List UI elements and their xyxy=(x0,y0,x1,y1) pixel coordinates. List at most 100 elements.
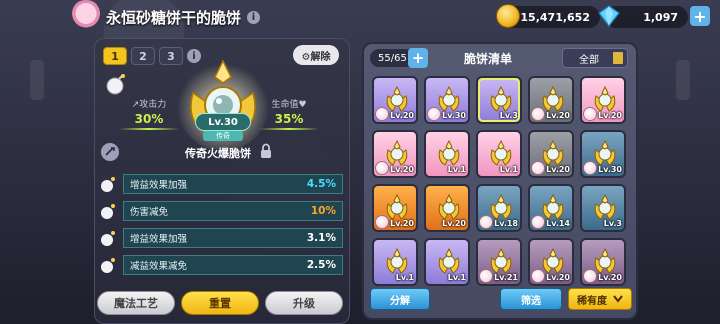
topping-actions: 魔法工艺 重置 升级 xyxy=(97,291,347,315)
topping-detail-panel: 1 2 3 i ⚙解除 ↗攻击力 30% 生命值♥ 35% Lv.30 传奇 传… xyxy=(94,38,350,324)
topping-icon xyxy=(490,139,512,166)
attack-value: 30% xyxy=(134,112,164,126)
slot-level: Lv.1 xyxy=(447,273,466,282)
equipped-cookie-icon xyxy=(531,107,545,121)
slot-level: Lv.30 xyxy=(598,165,622,174)
topping-name: 传奇火爆脆饼 xyxy=(185,147,251,160)
topping-slot[interactable]: Lv.20 xyxy=(372,76,418,124)
slot-level: Lv.18 xyxy=(494,219,518,228)
dismantle-button[interactable]: 分解 xyxy=(370,288,430,310)
slot-level: Lv.1 xyxy=(447,165,466,174)
slot-level: Lv.1 xyxy=(499,165,518,174)
topping-inventory-panel: 55/65 + 脆饼清单 全部 Lv.20 Lv.30 Lv.3 Lv.20 Lv.20… xyxy=(362,42,638,320)
rarity-tag: 传奇 xyxy=(203,131,243,141)
tuning-icon[interactable] xyxy=(101,143,119,161)
slot-level: Lv.20 xyxy=(546,111,570,120)
slot-level: Lv.20 xyxy=(598,273,622,282)
equipped-cookie-icon xyxy=(531,269,545,283)
topping-slot[interactable]: Lv.20 xyxy=(528,130,574,178)
topping-grid: Lv.20 Lv.30 Lv.3 Lv.20 Lv.20 Lv.20 Lv.1 Lv.1 Lv.… xyxy=(372,76,626,286)
equipped-cookie-icon xyxy=(479,269,493,283)
topping-slot[interactable]: Lv.1 xyxy=(424,238,470,286)
topping-slot[interactable]: Lv.1 xyxy=(476,130,522,178)
magic-craft-button[interactable]: 魔法工艺 xyxy=(97,291,175,315)
substat-value: 4.5% xyxy=(306,178,336,190)
coin-counter: 15,471,652 xyxy=(496,4,600,28)
gem-amount: 1,097 xyxy=(643,10,678,24)
lock-icon[interactable] xyxy=(259,143,273,159)
topping-icon xyxy=(490,85,512,112)
topping-slot[interactable]: Lv.20 xyxy=(580,76,626,124)
inventory-title: 脆饼清单 xyxy=(464,52,513,66)
bomb-icon xyxy=(101,204,115,219)
slot-level: Lv.3 xyxy=(603,219,622,228)
substat-value: 3.1% xyxy=(306,232,336,244)
topping-slot[interactable]: Lv.30 xyxy=(580,130,626,178)
topping-slot[interactable]: Lv.20 xyxy=(528,238,574,286)
substat-bar: 增益效果加强 3.1% xyxy=(123,228,343,248)
topping-icon xyxy=(594,193,616,220)
inventory-count-text: 55/65 xyxy=(378,52,407,64)
substat-row: 伤害减免 10% xyxy=(97,200,347,222)
topping-slot[interactable]: Lv.20 xyxy=(372,130,418,178)
attack-underline xyxy=(119,128,179,130)
upgrade-button[interactable]: 升级 xyxy=(265,291,343,315)
equipped-cookie-icon xyxy=(375,161,389,175)
equipped-cookie-icon xyxy=(583,107,597,121)
equipped-cookie-icon xyxy=(479,215,493,229)
substat-name: 减益效果减免 xyxy=(130,261,188,272)
filter-button[interactable]: 筛选 xyxy=(500,288,562,310)
tab-preset-1[interactable]: 1 xyxy=(103,47,127,65)
topping-slot[interactable]: Lv.14 xyxy=(528,184,574,232)
substat-row: 增益效果加强 3.1% xyxy=(97,227,347,249)
topping-slot[interactable]: Lv.20 xyxy=(372,184,418,232)
inventory-header: 55/65 + 脆饼清单 全部 xyxy=(364,44,636,72)
substat-row: 增益效果加强 4.5% xyxy=(97,173,347,195)
substat-name: 增益效果加强 xyxy=(130,180,188,191)
slot-level: Lv.20 xyxy=(390,165,414,174)
coin-amount: 15,471,652 xyxy=(520,10,590,24)
substat-name: 增益效果加强 xyxy=(130,234,188,245)
slot-level: Lv.1 xyxy=(395,273,414,282)
substat-value: 10% xyxy=(310,205,336,217)
topping-slot[interactable]: Lv.20 xyxy=(580,238,626,286)
expand-inventory-button[interactable]: + xyxy=(408,48,428,68)
topping-icon xyxy=(438,139,460,166)
equipped-cookie-icon xyxy=(531,215,545,229)
topping-slot[interactable]: Lv.1 xyxy=(424,130,470,178)
sort-dropdown[interactable]: 稀有度 xyxy=(568,288,632,310)
sort-label: 稀有度 xyxy=(577,295,607,307)
background-pillar-left xyxy=(30,60,44,100)
substat-bar: 伤害减免 10% xyxy=(123,201,343,221)
tab-preset-2[interactable]: 2 xyxy=(131,47,155,65)
substat-name: 伤害减免 xyxy=(130,207,169,218)
slot-level: Lv.20 xyxy=(546,273,570,282)
topping-slot[interactable]: Lv.3 xyxy=(580,184,626,232)
gem-counter: 1,097 + xyxy=(598,5,710,28)
bomb-icon xyxy=(106,74,125,95)
chevron-down-icon xyxy=(613,295,623,303)
category-filter[interactable]: 全部 xyxy=(562,48,628,68)
slot-level: Lv.3 xyxy=(499,111,518,120)
reset-button[interactable]: 重置 xyxy=(181,291,259,315)
topping-slot[interactable]: Lv.20 xyxy=(424,184,470,232)
equipped-cookie-icon xyxy=(375,107,389,121)
attack-stat: ↗攻击力 30% xyxy=(119,97,179,130)
title-info-icon[interactable]: i xyxy=(247,10,261,24)
slot-level: Lv.20 xyxy=(598,111,622,120)
topping-slot[interactable]: Lv.3 xyxy=(476,76,522,124)
slot-level: Lv.30 xyxy=(442,111,466,120)
equipped-cookie-icon xyxy=(583,161,597,175)
unequip-button[interactable]: ⚙解除 xyxy=(293,45,339,65)
topping-slot[interactable]: Lv.20 xyxy=(528,76,574,124)
topping-slot[interactable]: Lv.18 xyxy=(476,184,522,232)
book-icon xyxy=(613,52,623,64)
topping-slot[interactable]: Lv.1 xyxy=(372,238,418,286)
slot-level: Lv.14 xyxy=(546,219,570,228)
topping-slot[interactable]: Lv.21 xyxy=(476,238,522,286)
coin-icon xyxy=(496,4,520,28)
add-gems-button[interactable]: + xyxy=(690,6,710,26)
topping-slot[interactable]: Lv.30 xyxy=(424,76,470,124)
background-pillar-right xyxy=(676,60,690,100)
equipped-cookie-icon xyxy=(375,215,389,229)
